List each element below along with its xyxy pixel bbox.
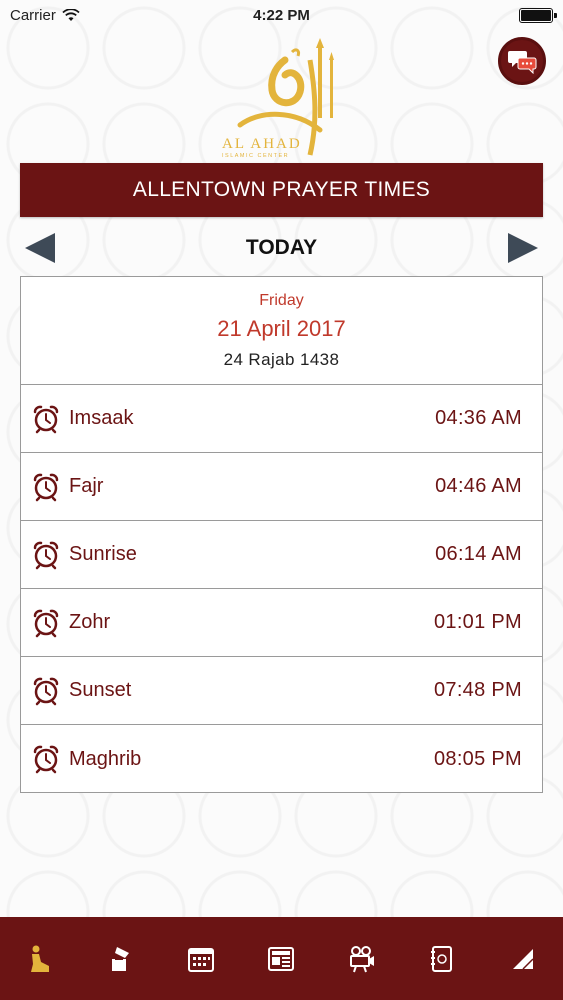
carrier-label: Carrier bbox=[10, 6, 56, 24]
date-block: Friday 21 April 2017 24 Rajab 1438 bbox=[21, 277, 542, 385]
alarm-clock-icon bbox=[33, 677, 59, 705]
prayer-time: 06:14 AM bbox=[435, 543, 522, 565]
prayer-time: 04:46 AM bbox=[435, 475, 522, 497]
status-time: 4:22 PM bbox=[253, 6, 310, 24]
alarm-clock-icon bbox=[33, 473, 59, 501]
prayer-row: Zohr 01:01 PM bbox=[21, 589, 542, 657]
donate-icon bbox=[111, 946, 129, 971]
more-icon bbox=[512, 948, 534, 970]
prayer-name: Imsaak bbox=[69, 407, 134, 429]
logo-text-main: AL AHAD bbox=[222, 136, 302, 152]
triangle-right-icon bbox=[507, 233, 538, 263]
contact-book-icon bbox=[431, 945, 453, 972]
prayer-row: Sunrise 06:14 AM bbox=[21, 521, 542, 589]
news-icon bbox=[268, 946, 295, 971]
previous-day-button[interactable] bbox=[20, 228, 60, 268]
prayer-row: Sunset 07:48 PM bbox=[21, 657, 542, 725]
prayer-row: Fajr 04:46 AM bbox=[21, 453, 542, 521]
wifi-icon bbox=[62, 8, 80, 21]
al-ahad-logo: AL AHAD ISLAMIC CENTER bbox=[200, 30, 360, 160]
bottom-tab-bar bbox=[0, 917, 563, 1000]
triangle-left-icon bbox=[25, 233, 55, 263]
alarm-clock-icon bbox=[33, 541, 59, 569]
prayer-person-icon bbox=[31, 945, 50, 972]
tab-calendar[interactable] bbox=[181, 939, 221, 979]
alarm-clock-icon bbox=[33, 609, 59, 637]
gregorian-date: 21 April 2017 bbox=[217, 315, 346, 341]
tab-donate[interactable] bbox=[101, 939, 141, 979]
alarm-clock-icon bbox=[33, 405, 59, 433]
calendar-icon bbox=[188, 947, 215, 972]
prayer-row: Maghrib 08:05 PM bbox=[21, 725, 542, 793]
prayer-time: 08:05 PM bbox=[433, 747, 522, 770]
prayer-name: Sunrise bbox=[69, 543, 137, 565]
tab-prayer-times[interactable] bbox=[20, 939, 60, 979]
prayer-name: Fajr bbox=[69, 475, 104, 497]
today-label: TODAY bbox=[245, 236, 318, 259]
page-title: ALLENTOWN PRAYER TIMES bbox=[132, 178, 431, 201]
prayer-time: 04:36 AM bbox=[435, 407, 522, 429]
tab-more[interactable] bbox=[503, 939, 543, 979]
date-navigation: TODAY bbox=[20, 226, 543, 270]
status-bar: Carrier 4:22 PM bbox=[0, 0, 563, 30]
alarm-clock-icon bbox=[33, 745, 59, 774]
tab-news[interactable] bbox=[261, 939, 301, 979]
tab-videos[interactable] bbox=[342, 939, 382, 979]
next-day-button[interactable] bbox=[503, 228, 543, 268]
chat-button[interactable] bbox=[498, 37, 546, 85]
video-camera-icon bbox=[349, 945, 374, 972]
prayer-times-card: Friday 21 April 2017 24 Rajab 1438 Imsaa… bbox=[20, 276, 543, 793]
battery-icon bbox=[519, 7, 557, 23]
weekday-label: Friday bbox=[259, 291, 304, 309]
logo-text-sub: ISLAMIC CENTER bbox=[222, 153, 289, 159]
prayer-name: Zohr bbox=[69, 611, 111, 633]
prayer-time: 01:01 PM bbox=[433, 611, 522, 633]
tab-contacts[interactable] bbox=[422, 939, 462, 979]
page-title-bar: ALLENTOWN PRAYER TIMES bbox=[20, 163, 543, 217]
prayer-list: Imsaak 04:36 AM Fajr 04:46 AM Sunrise 06:14 A… bbox=[21, 385, 542, 793]
prayer-name: Sunset bbox=[69, 679, 132, 701]
prayer-row: Imsaak 04:36 AM bbox=[21, 385, 542, 453]
hijri-date: 24 Rajab 1438 bbox=[223, 349, 340, 369]
prayer-name: Maghrib bbox=[69, 747, 142, 770]
prayer-time: 07:48 PM bbox=[433, 679, 522, 701]
status-left: Carrier bbox=[10, 7, 80, 24]
chat-bubbles-icon bbox=[508, 51, 537, 74]
